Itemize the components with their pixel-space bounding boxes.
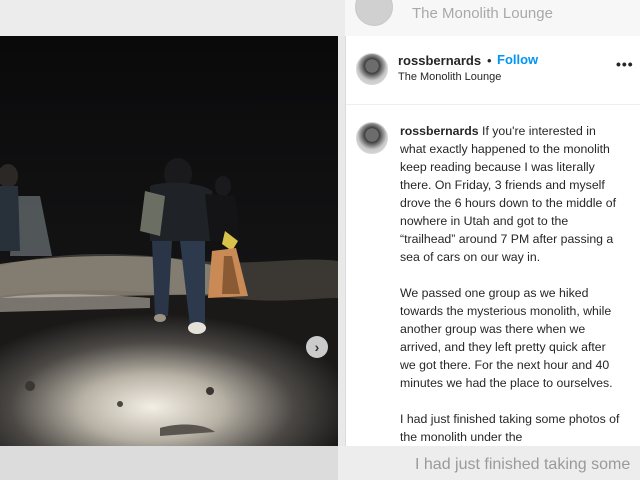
more-options-icon[interactable]: •••: [616, 56, 634, 72]
post-details-panel: rossbernards • Follow The Monolith Loung…: [345, 36, 640, 446]
post-photo[interactable]: ›: [0, 36, 338, 446]
next-photo-button[interactable]: ›: [306, 336, 328, 358]
caption-text: rossbernards If you're interested in wha…: [400, 122, 622, 446]
caption-username[interactable]: rossbernards: [400, 124, 479, 138]
caption-paragraph-1: If you're interested in what exactly hap…: [400, 124, 617, 264]
follow-button[interactable]: Follow: [497, 52, 538, 67]
background-bottom-left: [0, 446, 338, 480]
location-link[interactable]: The Monolith Lounge: [398, 71, 501, 83]
background-location: The Monolith Lounge: [412, 5, 553, 22]
post-header: rossbernards • Follow The Monolith Loung…: [346, 36, 640, 105]
night-scene-image: [0, 36, 338, 446]
caption-avatar[interactable]: [356, 122, 388, 154]
caption-paragraph-3: I had just finished taking some photos o…: [400, 412, 620, 444]
background-comment-preview: I had just finished taking some: [415, 456, 631, 473]
caption-paragraph-2: We passed one group as we hiked towards …: [400, 286, 613, 390]
separator-dot: •: [487, 53, 492, 68]
avatar[interactable]: [356, 53, 388, 85]
username-link[interactable]: rossbernards: [398, 53, 481, 68]
